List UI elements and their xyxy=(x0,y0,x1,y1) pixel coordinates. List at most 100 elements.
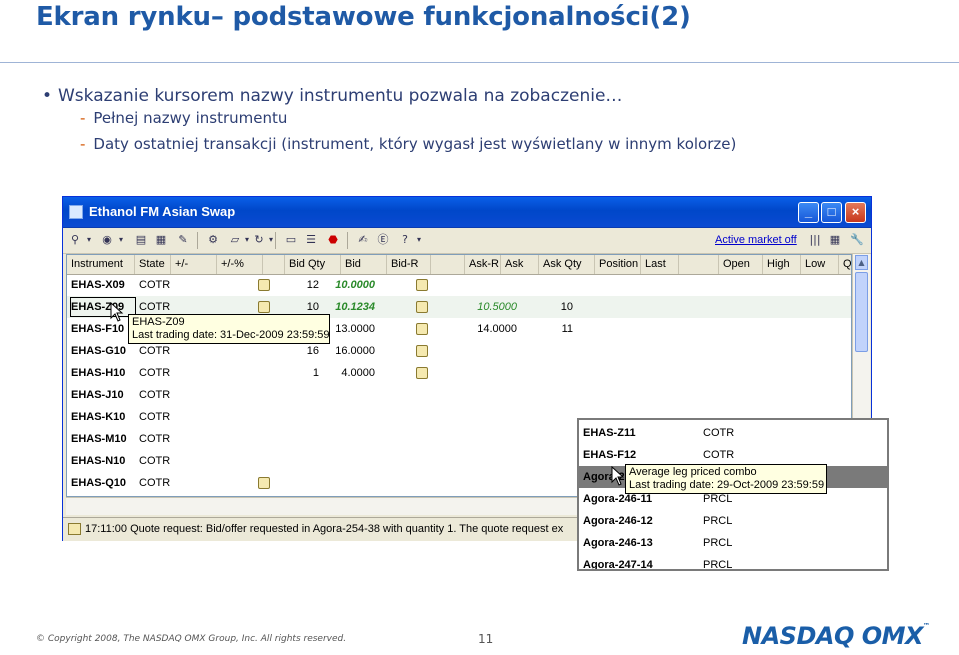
table-row[interactable]: EHAS-X09 COTR 12 10.0000 xyxy=(67,274,851,296)
combo-tooltip-date: Last trading date: 29-Oct-2009 23:59:59 xyxy=(629,479,825,491)
column-header[interactable]: Open xyxy=(719,255,763,274)
column-header[interactable]: Bid Qty xyxy=(285,255,341,274)
column-header[interactable]: Instrument xyxy=(67,255,135,274)
list-item[interactable]: Agora-246-12 PRCL xyxy=(579,510,887,532)
ask-qty-cell xyxy=(551,362,573,384)
list-item[interactable]: EHAS-Z11 COTR xyxy=(579,422,887,444)
layout-icon[interactable]: ▭ xyxy=(283,233,299,247)
stop-icon[interactable]: ⬣ xyxy=(325,233,341,247)
state-cell: COTR xyxy=(139,367,171,379)
column-header[interactable]: Ask-R xyxy=(465,255,501,274)
sub-text-1: Pełnej nazwy instrumentu xyxy=(93,109,288,127)
column-header[interactable]: Ask xyxy=(501,255,539,274)
bid-cell: 4.0000 xyxy=(341,367,375,379)
page-number: 11 xyxy=(478,632,494,646)
scroll-up-arrow[interactable]: ▲ xyxy=(855,255,868,270)
bid-qty-cell: 12 xyxy=(306,279,319,291)
chevron-down-icon[interactable]: ▾ xyxy=(113,233,129,247)
copy-icon[interactable]: ▤ xyxy=(133,233,149,247)
bid-qty-cell xyxy=(279,472,319,494)
dash-1: - xyxy=(80,109,86,127)
table-row[interactable]: EHAS-J10 COTR xyxy=(67,384,851,406)
note-icon[interactable] xyxy=(258,301,270,313)
maximize-button[interactable]: □ xyxy=(821,202,842,223)
instrument-tooltip: EHAS-Z09 Last trading date: 31-Dec-2009 … xyxy=(128,314,330,344)
state-cell: COTR xyxy=(139,279,171,291)
column-header[interactable]: Low xyxy=(801,255,839,274)
ask-qty-cell xyxy=(551,384,573,406)
note-icon[interactable]: ✍ xyxy=(355,233,371,247)
column-header[interactable]: Ask Qty xyxy=(539,255,595,274)
instrument-cell: EHAS-G10 xyxy=(71,345,127,357)
dash-2: - xyxy=(80,135,86,153)
instrument-cell: EHAS-N10 xyxy=(71,455,126,467)
ask-qty-cell xyxy=(551,450,573,472)
note-icon[interactable] xyxy=(416,367,428,379)
ask-qty-cell xyxy=(551,472,573,494)
table-icon[interactable]: ▦ xyxy=(827,233,843,247)
column-header[interactable]: Bid xyxy=(341,255,387,274)
note-icon[interactable] xyxy=(416,301,428,313)
bid-cell xyxy=(325,428,375,450)
bid-qty-cell xyxy=(279,428,319,450)
ask-qty-cell xyxy=(551,406,573,428)
ask-cell xyxy=(467,428,517,450)
column-header[interactable]: Last xyxy=(641,255,679,274)
column-header[interactable]: Bid-R xyxy=(387,255,431,274)
scroll-thumb[interactable] xyxy=(855,272,868,352)
bullet-item: • Wskazanie kursorem nazwy instrumentu po… xyxy=(42,86,622,106)
list-item[interactable]: Agora-246-13 PRCL xyxy=(579,532,887,554)
inset-state-cell: PRCL xyxy=(703,559,733,571)
ask-cell xyxy=(467,384,517,406)
note-icon[interactable] xyxy=(416,279,428,291)
list-icon[interactable]: ☰ xyxy=(303,233,319,247)
close-button[interactable]: × xyxy=(845,202,866,223)
columns-icon[interactable]: ||| xyxy=(807,233,823,247)
settings-icon[interactable]: ⚙ xyxy=(205,233,221,247)
slide-title: Ekran rynku– podstawowe funkcjonalności(… xyxy=(36,2,691,32)
column-header[interactable]: High xyxy=(763,255,801,274)
toolbar: ⚲ ▾ ◉ ▾ ▤ ▦ ✎ ⚙ ▱ ▾ ↻ ▾ ▭ ☰ ⬣ ✍ Ⓔ ? ▾ Ac… xyxy=(63,228,871,254)
note-icon[interactable] xyxy=(416,323,428,335)
sub-item-1: - Pełnej nazwy instrumentu xyxy=(80,109,287,127)
active-market-link[interactable]: Active market off xyxy=(715,234,797,246)
column-header[interactable]: Quantity xyxy=(839,255,851,274)
wrench-icon[interactable]: 🔧 xyxy=(849,233,865,247)
instrument-cell: EHAS-J10 xyxy=(71,389,124,401)
e-icon[interactable]: Ⓔ xyxy=(375,233,391,247)
chevron-down-icon[interactable]: ▾ xyxy=(411,233,427,247)
chevron-down-icon[interactable]: ▾ xyxy=(81,233,97,247)
column-header[interactable]: +/- xyxy=(171,255,217,274)
edit-icon[interactable]: ✎ xyxy=(175,233,191,247)
inset-name-cell: Agora-247-14 xyxy=(583,559,653,571)
grid-icon[interactable]: ▦ xyxy=(153,233,169,247)
chevron-down-icon[interactable]: ▾ xyxy=(263,233,279,247)
column-header[interactable]: Position xyxy=(595,255,641,274)
inset-state-cell: COTR xyxy=(703,449,735,461)
toolbar-separator xyxy=(347,232,348,249)
instrument-cell: EHAS-M10 xyxy=(71,433,127,445)
list-item[interactable]: EHAS-F12 COTR xyxy=(579,444,887,466)
list-item[interactable]: Agora-247-14 PRCL xyxy=(579,554,887,571)
mouse-cursor-icon xyxy=(611,466,625,486)
sub-item-2: - Daty ostatniej transakcji (instrument, … xyxy=(80,135,736,153)
toolbar-separator xyxy=(275,232,276,249)
column-header[interactable] xyxy=(431,255,465,274)
column-header[interactable] xyxy=(263,255,285,274)
status-message: Quote request: Bid/offer requested in Ag… xyxy=(130,523,564,535)
bid-cell: 10.0000 xyxy=(335,279,375,291)
note-icon[interactable] xyxy=(258,279,270,291)
column-header[interactable] xyxy=(679,255,719,274)
window-titlebar[interactable]: Ethanol FM Asian Swap _ □ × xyxy=(63,197,871,228)
column-header[interactable]: +/-% xyxy=(217,255,263,274)
copyright: © Copyright 2008, The NASDAQ OMX Group, … xyxy=(36,634,347,644)
state-cell: COTR xyxy=(139,411,171,423)
ask-cell: 10.5000 xyxy=(477,301,517,313)
bid-qty-cell: 1 xyxy=(312,367,319,379)
bid-cell xyxy=(325,472,375,494)
note-icon[interactable] xyxy=(258,477,270,489)
column-header[interactable]: State xyxy=(135,255,171,274)
note-icon[interactable] xyxy=(416,345,428,357)
minimize-button[interactable]: _ xyxy=(798,202,819,223)
table-row[interactable]: EHAS-H10 COTR 1 4.0000 xyxy=(67,362,851,384)
